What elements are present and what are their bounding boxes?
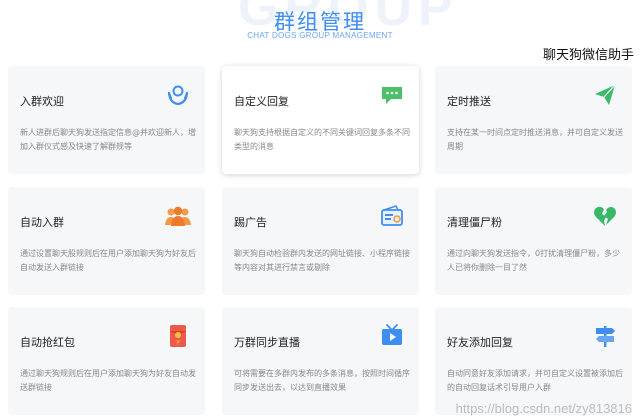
- feature-description: 新人进群后聊天狗发送指定信息@并欢迎新人，增加入群仪式感及快速了解群规等: [20, 128, 196, 151]
- feature-card-scheduled-push[interactable]: 定时推送 支持在某一时间点定时推送消息，并可自定义发送周期: [435, 66, 632, 174]
- red-packet-icon: ¥: [165, 323, 191, 349]
- feature-card-custom-reply[interactable]: 自定义回复 聊天狗支持根据自定义的不同关键词回复多条不同类型的消息: [222, 66, 419, 174]
- feature-title: 自动抢红包: [20, 336, 75, 349]
- feature-description: 自动同意好友添加请求，并可自定义设置被添加后的自动回复话术引导用户入群: [447, 369, 623, 392]
- feature-description: 聊天狗支持根据自定义的不同关键词回复多条不同类型的消息: [234, 128, 410, 151]
- broken-heart-icon: [592, 203, 618, 229]
- chat-bubble-icon: [379, 82, 405, 108]
- feature-title: 好友添加回复: [447, 336, 513, 349]
- feature-title: 自定义回复: [234, 95, 289, 108]
- feature-card-auto-join[interactable]: 自动入群 通过设置聊天股规则后在用户添加聊天狗为好友后自动发送入群链接: [8, 187, 205, 295]
- feature-description: 通过设置聊天股规则后在用户添加聊天狗为好友后自动发送入群链接: [20, 249, 196, 272]
- welcome-hands-icon: [165, 82, 191, 108]
- feature-description: 聊天狗自动检验群内发送的网址链接、小程序链接等内容对其进行禁言或剔除: [234, 249, 410, 272]
- feature-description: 支持在某一时间点定时推送消息，并可自定义发送周期: [447, 128, 623, 151]
- feature-description: 通过聊天狗规则后在用户添加聊天狗为好友自动发送群链接: [20, 369, 196, 392]
- page-subtitle: CHAT DOGS GROUP MANAGEMENT: [247, 31, 393, 40]
- feature-card-live-sync[interactable]: 万群同步直播 可将需要在多群内发布的多条消息，按照时间循序同步发送出去，以达到直…: [222, 307, 419, 415]
- brand-label: 聊天狗微信助手: [542, 48, 634, 63]
- feature-card-clean-zombie[interactable]: 清理僵尸粉 通过向聊天狗发送指令，0打扰清理僵尸粉，多少人已将你删除一目了然: [435, 187, 632, 295]
- feature-title: 万群同步直播: [234, 336, 300, 349]
- svg-text:¥: ¥: [176, 340, 180, 347]
- paper-plane-icon: [592, 82, 618, 108]
- feature-description: 可将需要在多群内发布的多条消息，按照时间循序同步发送出去，以达到直播效果: [234, 369, 410, 392]
- feature-title: 清理僵尸粉: [447, 216, 502, 229]
- source-watermark: https://blog.csdn.net/zy813816: [455, 401, 632, 416]
- group-people-icon: [165, 203, 191, 229]
- tv-play-icon: [379, 323, 405, 349]
- feature-description: 通过向聊天狗发送指令，0打扰清理僵尸粉，多少人已将你删除一目了然: [447, 249, 621, 272]
- feature-title: 踢广告: [234, 216, 267, 229]
- signpost-icon: [592, 323, 618, 349]
- feature-title: 自动入群: [20, 216, 64, 229]
- feature-title: 定时推送: [447, 95, 491, 108]
- feature-card-kick-ads[interactable]: 踢广告 聊天狗自动检验群内发送的网址链接、小程序链接等内容对其进行禁言或剔除: [222, 187, 419, 295]
- feature-card-red-packet[interactable]: 自动抢红包 通过聊天狗规则后在用户添加聊天狗为好友自动发送群链接 ¥: [8, 307, 205, 415]
- ad-card-icon: [379, 203, 405, 229]
- feature-card-friend-reply[interactable]: 好友添加回复 自动同意好友添加请求，并可自定义设置被添加后的自动回复话术引导用户…: [435, 307, 632, 415]
- feature-card-welcome[interactable]: 入群欢迎 新人进群后聊天狗发送指定信息@并欢迎新人，增加入群仪式感及快速了解群规…: [8, 66, 205, 174]
- feature-title: 入群欢迎: [20, 95, 64, 108]
